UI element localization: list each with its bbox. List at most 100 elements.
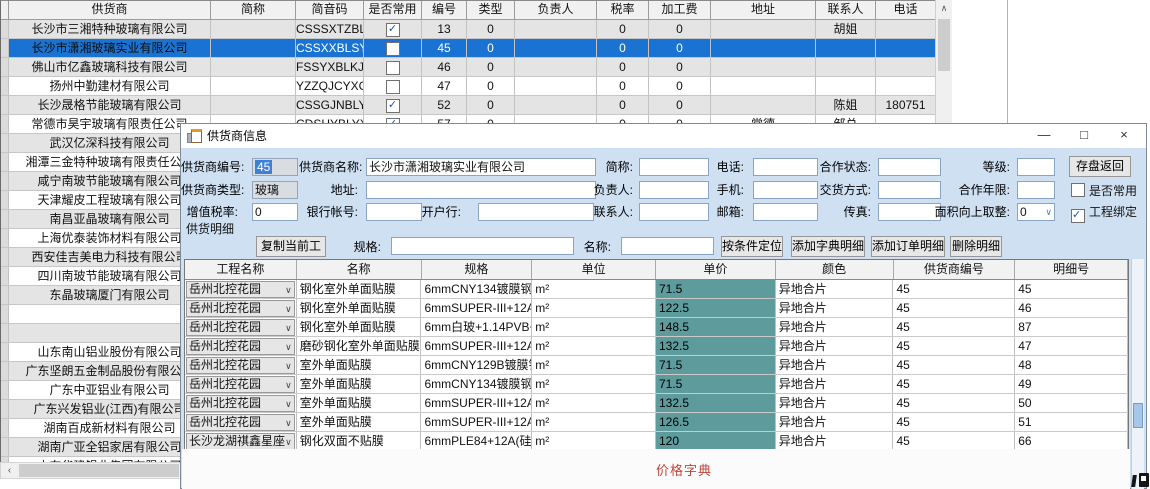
project-combo[interactable]: 长沙龙湖祺鑫星座 — [186, 433, 295, 450]
grid-column-header[interactable]: 明细号 — [1015, 260, 1128, 279]
grid-column-header[interactable]: 供货商编号 — [894, 260, 1016, 279]
row-header[interactable] — [1, 400, 9, 418]
vat-rate-input[interactable]: 0 — [252, 203, 298, 221]
grid-column-header[interactable]: 规格 — [422, 260, 533, 279]
common-use-checkbox[interactable] — [386, 80, 400, 94]
project-combo[interactable]: 岳州北控花园 — [186, 300, 295, 317]
row-header[interactable] — [1, 229, 9, 247]
column-header[interactable]: 类型 — [467, 1, 515, 19]
delivery-mode-input[interactable] — [878, 181, 941, 199]
project-combo[interactable]: 岳州北控花园 — [186, 376, 295, 393]
maximize-button[interactable]: □ — [1069, 124, 1099, 148]
supplier-name-input[interactable]: 长沙市潇湘玻璃实业有限公司 — [366, 158, 596, 176]
mobile-input[interactable] — [753, 181, 818, 199]
column-header[interactable]: 税率 — [597, 1, 649, 19]
grid-column-header[interactable]: 单价 — [656, 260, 776, 279]
vertical-scroll-thumb[interactable] — [938, 19, 950, 71]
row-header[interactable] — [1, 419, 9, 437]
dialog-vertical-scrollbar[interactable] — [1131, 259, 1144, 489]
column-header[interactable]: 是否常用 — [364, 1, 422, 19]
grid-column-header[interactable]: 工程名称 — [185, 260, 297, 279]
project-combo[interactable]: 岳州北控花园 — [186, 281, 295, 298]
manager-input[interactable] — [639, 181, 709, 199]
common-use-checkbox[interactable] — [386, 61, 400, 75]
row-header[interactable] — [1, 134, 9, 152]
supplier-type-input[interactable]: 玻璃 — [252, 181, 298, 199]
grid-column-header[interactable]: 颜色 — [776, 260, 894, 279]
supplier-row[interactable]: 长沙市三湘特种玻璃有限公司CSSSXTZBL...13000胡姐 — [1, 20, 951, 39]
project-combo[interactable]: 岳州北控花园 — [186, 414, 295, 431]
add-order-detail-button[interactable]: 添加订单明细 — [871, 236, 945, 257]
row-header[interactable] — [1, 286, 9, 304]
column-header[interactable]: 简音码 — [296, 1, 364, 19]
checkbox-icon[interactable] — [1071, 183, 1085, 197]
row-header[interactable] — [1, 96, 9, 114]
row-header[interactable] — [1, 305, 9, 323]
grid-row[interactable]: 岳州北控花园室外单面贴膜6mmSUPER-III+12A(硅…m²126.5异地… — [185, 413, 1128, 432]
minimize-button[interactable]: — — [1029, 124, 1059, 148]
row-header[interactable] — [1, 381, 9, 399]
bank-name-input[interactable] — [478, 203, 594, 221]
column-header[interactable]: 编号 — [422, 1, 467, 19]
grid-row[interactable]: 岳州北控花园钢化室外单面贴膜6mmCNY134镀膜钢化m²71.5异地合片454… — [185, 280, 1128, 299]
row-header[interactable] — [1, 172, 9, 190]
row-header[interactable] — [1, 77, 9, 95]
coop-years-input[interactable] — [1017, 181, 1055, 199]
project-combo[interactable]: 岳州北控花园 — [186, 338, 295, 355]
row-header[interactable] — [1, 438, 9, 456]
dialog-titlebar[interactable]: 供货商信息 — □ × — [181, 124, 1146, 148]
column-header[interactable]: 加工费 — [649, 1, 711, 19]
column-header[interactable]: 简称 — [211, 1, 296, 19]
close-button[interactable]: × — [1109, 124, 1139, 148]
horizontal-scroll-thumb[interactable] — [19, 464, 179, 477]
address-input[interactable] — [366, 181, 596, 199]
name-filter-input[interactable] — [621, 237, 714, 255]
email-input[interactable] — [753, 203, 818, 221]
grid-column-header[interactable]: 单位 — [532, 260, 656, 279]
common-use-checkbox[interactable] — [386, 23, 400, 37]
locate-by-condition-button[interactable]: 按条件定位 — [721, 236, 783, 257]
grid-row[interactable]: 岳州北控花园室外单面贴膜6mmSUPER-III+12A(硅…m²132.5异地… — [185, 394, 1128, 413]
add-dict-detail-button[interactable]: 添加字典明细 — [791, 236, 865, 257]
abbr-input[interactable] — [639, 158, 709, 176]
save-return-button[interactable]: 存盘返回 — [1069, 156, 1131, 177]
often-used-checkbox[interactable]: 是否常用 — [1071, 183, 1137, 199]
grade-input[interactable] — [1017, 158, 1055, 176]
supplier-row[interactable]: 扬州中勤建材有限公司YZZQJCYXGS47000 — [1, 77, 951, 96]
supplier-row[interactable]: 长沙晟格节能玻璃有限公司CSSGJNBLYXGS52000陈姐180751 — [1, 96, 951, 115]
row-header[interactable] — [1, 267, 9, 285]
supplier-row[interactable]: 佛山市亿鑫玻璃科技有限公司FSSYXBLKJ...46000 — [1, 58, 951, 77]
row-header[interactable] — [1, 115, 9, 133]
copy-project-button[interactable]: 复制当前工程 — [256, 236, 326, 257]
contact-input[interactable] — [639, 203, 709, 221]
column-header[interactable]: 电话 — [876, 1, 936, 19]
dialog-scroll-thumb[interactable] — [1133, 403, 1143, 428]
checkbox-icon[interactable] — [1071, 209, 1085, 223]
grid-column-header[interactable]: 名称 — [297, 260, 422, 279]
row-header[interactable] — [1, 362, 9, 380]
row-header[interactable] — [1, 248, 9, 266]
coop-status-input[interactable] — [878, 158, 941, 176]
common-use-checkbox[interactable] — [386, 99, 400, 113]
column-header[interactable]: 地址 — [711, 1, 816, 19]
scroll-up-icon[interactable]: ∧ — [936, 0, 952, 17]
project-combo[interactable]: 岳州北控花园 — [186, 357, 295, 374]
project-combo[interactable]: 岳州北控花园 — [186, 395, 295, 412]
grid-row[interactable]: 岳州北控花园室外单面贴膜6mmCNY129B镀膜钢化m²71.5异地合片4548 — [185, 356, 1128, 375]
column-header[interactable]: 联系人 — [816, 1, 876, 19]
project-combo[interactable]: 岳州北控花园 — [186, 319, 295, 336]
area-round-up-combo[interactable]: 0∨ — [1017, 203, 1055, 221]
row-header[interactable] — [1, 324, 9, 342]
row-header[interactable] — [1, 58, 9, 76]
scroll-left-icon[interactable]: ‹ — [1, 463, 18, 478]
row-header[interactable] — [1, 39, 9, 57]
supplier-row[interactable]: 长沙市潇湘玻璃实业有限公司CSSXXBLSY...45000 — [1, 39, 951, 58]
grid-row[interactable]: 岳州北控花园室外单面贴膜6mmCNY134镀膜钢化m²71.5异地合片4549 — [185, 375, 1128, 394]
bank-account-input[interactable] — [366, 203, 422, 221]
grid-row[interactable]: 岳州北控花园钢化室外单面贴膜6mmSUPER-III+12A(硅…m²122.5… — [185, 299, 1128, 318]
grid-row[interactable]: 岳州北控花园钢化室外单面贴膜6mm白玻+1.14PVB+6mm…m²148.5异… — [185, 318, 1128, 337]
row-header[interactable] — [1, 153, 9, 171]
delete-detail-button[interactable]: 删除明细 — [950, 236, 1002, 257]
project-bind-checkbox[interactable]: 工程绑定 — [1071, 205, 1137, 221]
column-header[interactable]: 供货商 — [9, 1, 211, 19]
